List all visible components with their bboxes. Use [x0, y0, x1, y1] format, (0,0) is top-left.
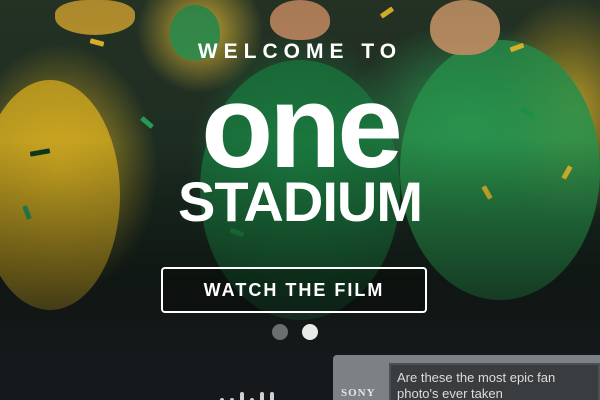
hero-banner: WELCOME TO one STADIUM WATCH THE FILM [0, 0, 600, 350]
section-heading-partial [220, 392, 350, 400]
logo-one: one [201, 61, 403, 193]
carousel-pagination [272, 324, 318, 340]
brand-logo: SONY [341, 387, 376, 399]
promo-card[interactable]: SONY Are these the most epic fan photo's… [333, 355, 600, 400]
carousel-dot-2[interactable] [302, 324, 318, 340]
promo-headline[interactable]: Are these the most epic fan photo's ever… [397, 370, 597, 400]
carousel-dot-1[interactable] [272, 324, 288, 340]
logo-stadium: STADIUM [178, 170, 423, 233]
watch-film-button[interactable]: WATCH THE FILM [161, 267, 427, 313]
